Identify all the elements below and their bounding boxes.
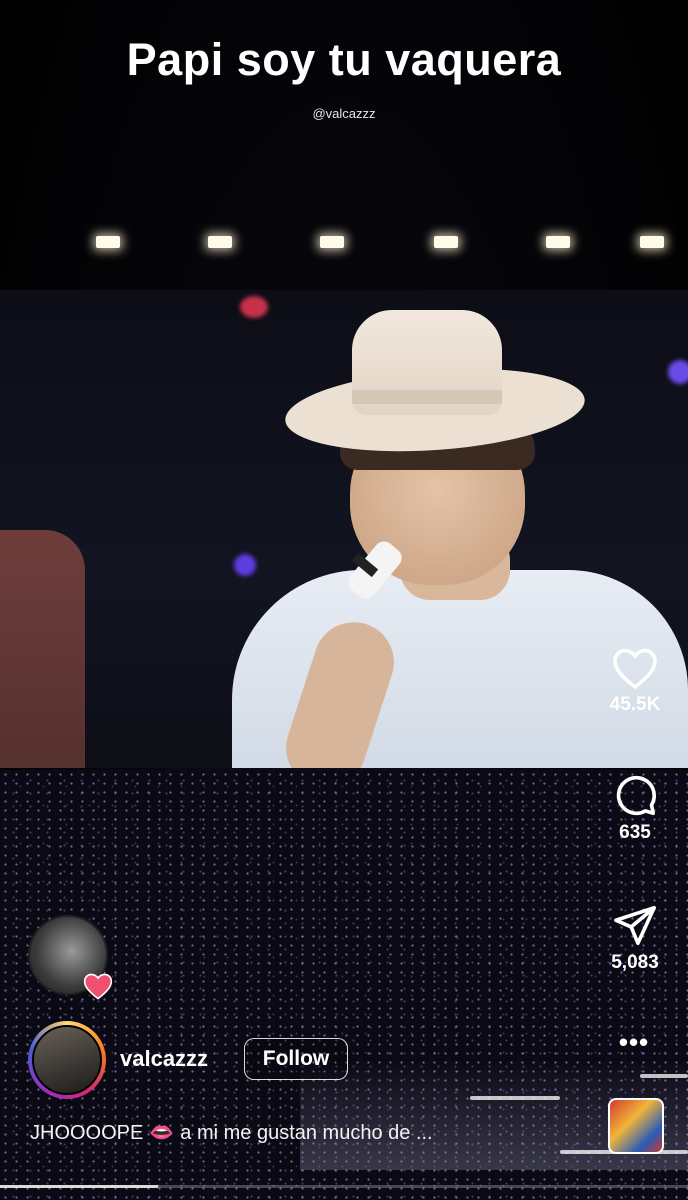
video-progress-fill <box>0 1185 159 1188</box>
author-avatar-image <box>32 1025 102 1095</box>
stage-light-strip <box>640 1074 688 1078</box>
video-caption-title: Papi soy tu vaquera <box>126 34 562 85</box>
more-dots-icon: ••• <box>618 1027 650 1057</box>
caption-text-start: JHOOOOPE <box>30 1122 144 1144</box>
post-caption[interactable]: JHOOOOPE 👄 a mi me gustan mucho de ... <box>30 1120 433 1145</box>
author-username[interactable]: valcazzz <box>120 1046 208 1072</box>
comment-bubble-icon <box>616 775 657 816</box>
like-count: 45.5K <box>609 694 661 715</box>
lips-emoji-icon: 👄 <box>149 1122 175 1144</box>
comment-button[interactable]: 635 <box>594 772 676 844</box>
caption-text-rest: a mi me gustan mucho de ... <box>180 1122 433 1144</box>
more-options-button[interactable]: ••• <box>606 1027 662 1060</box>
stage-light-strip <box>470 1096 560 1100</box>
video-progress-bar[interactable] <box>0 1185 688 1188</box>
stage-light <box>546 236 570 248</box>
heart-icon <box>613 648 657 690</box>
stage-light <box>320 236 344 248</box>
stage-light <box>208 236 232 248</box>
follow-button[interactable]: Follow <box>244 1038 348 1080</box>
stage-screen-image <box>0 290 688 768</box>
stage-light <box>96 236 120 248</box>
share-button[interactable]: 5,083 <box>594 902 676 974</box>
heart-badge-icon <box>83 973 113 1000</box>
stage-light <box>434 236 458 248</box>
share-count: 5,083 <box>611 952 659 973</box>
video-caption-handle: @valcazzz <box>312 106 376 121</box>
audio-track-thumbnail[interactable] <box>608 1098 664 1154</box>
comment-count: 635 <box>619 822 651 843</box>
like-button[interactable]: 45.5K <box>594 646 676 716</box>
author-avatar[interactable] <box>28 1021 106 1099</box>
send-icon <box>614 905 656 946</box>
stage-light <box>640 236 664 248</box>
